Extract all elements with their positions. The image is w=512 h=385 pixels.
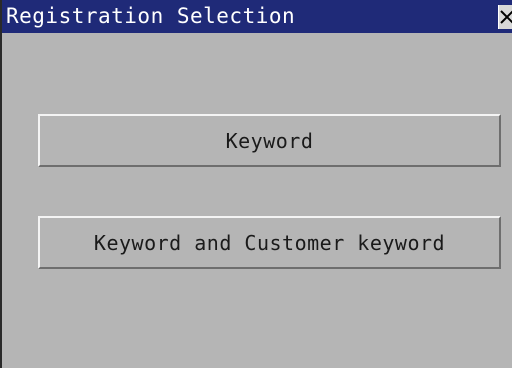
close-icon xyxy=(499,6,512,28)
keyword-button[interactable]: Keyword xyxy=(38,114,501,167)
close-button[interactable] xyxy=(498,5,512,29)
window-title: Registration Selection xyxy=(6,4,296,28)
keyword-and-customer-keyword-button[interactable]: Keyword and Customer keyword xyxy=(38,216,501,269)
registration-selection-window: Registration Selection Keyword Keyword a… xyxy=(0,0,512,368)
title-bar: Registration Selection xyxy=(2,0,512,33)
